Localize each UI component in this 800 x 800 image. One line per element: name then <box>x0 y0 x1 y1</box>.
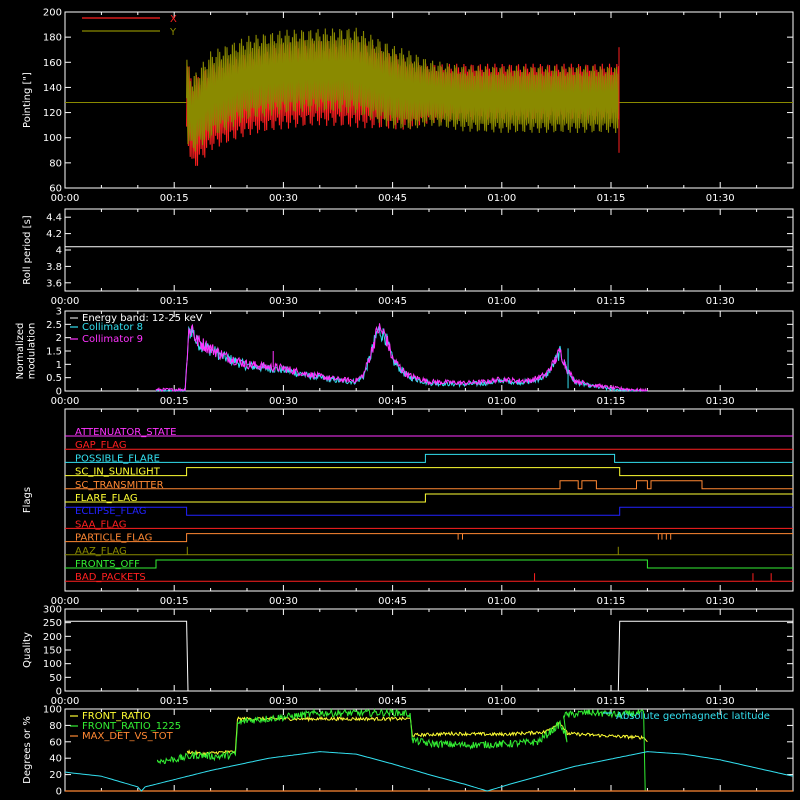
x-tick-label: 01:00 <box>487 296 516 307</box>
flag-line-particle-flag <box>65 533 793 543</box>
x-tick-label: 00:15 <box>160 296 189 307</box>
x-tick-label: 00:30 <box>269 193 298 204</box>
x-tick-label: 01:00 <box>487 696 516 707</box>
x-tick-label: 01:00 <box>487 596 516 607</box>
x-tick-label: 01:15 <box>597 193 626 204</box>
x-tick-label: 00:45 <box>378 596 407 607</box>
y-tick-label: 150 <box>43 646 62 657</box>
legend-label-collimator-8: Collimator 8 <box>82 322 143 333</box>
y-tick-label: 200 <box>43 8 62 19</box>
x-tick-label: 01:30 <box>706 193 735 204</box>
y-tick-label: 1 <box>56 360 62 371</box>
legend-label-Y: Y <box>169 27 177 38</box>
series-quality-line <box>65 620 793 692</box>
y-tick-label: 100 <box>43 659 62 670</box>
chart-stage: 00:00 00:15 00:30 00:45 01:00 01:15 01:30 60 80 1… <box>0 0 800 800</box>
legend-label-max-det-vs-tot: MAX_DET_VS_TOT <box>82 731 174 742</box>
series-Y-line <box>186 27 620 152</box>
legend-label-X: X <box>170 14 177 25</box>
x-tick-label: 00:45 <box>378 296 407 307</box>
y-tick-label: 80 <box>49 721 62 732</box>
x-tick-label: 00:00 <box>51 396 80 407</box>
y-tick-label: 0.5 <box>46 373 62 384</box>
panel-frame-roll <box>64 208 794 292</box>
flag-line-fronts-off <box>65 559 793 569</box>
y-tick-label: 3.6 <box>46 278 62 289</box>
flag-line-flare-flag <box>65 493 793 503</box>
y-axis-label: Flags <box>22 487 33 513</box>
y-tick-label: 4.2 <box>46 229 62 240</box>
y-tick-label: 60 <box>49 184 62 195</box>
x-tick-label: 00:45 <box>378 396 407 407</box>
flag-line-possible-flare <box>65 453 793 463</box>
y-tick-label: 200 <box>43 632 62 643</box>
y-tick-label: 3.8 <box>46 262 62 273</box>
y-tick-label: 1.5 <box>46 347 62 358</box>
y-tick-label: 0 <box>56 787 62 798</box>
flag-line-sc-transmitter <box>65 480 793 490</box>
x-tick-label: 01:00 <box>487 396 516 407</box>
x-tick-label: 01:30 <box>706 296 735 307</box>
y-tick-label: 2.5 <box>46 320 62 331</box>
y-tick-label: 100 <box>43 705 62 716</box>
series-front-ratio-1225-line <box>157 707 646 792</box>
y-tick-label: 50 <box>49 673 62 684</box>
x-tick-label: 00:30 <box>269 696 298 707</box>
x-tick-label: 00:45 <box>378 696 407 707</box>
x-tick-label: 00:30 <box>269 596 298 607</box>
y-tick-label: 60 <box>49 737 62 748</box>
y-tick-label: 120 <box>43 108 62 119</box>
y-tick-label: 0 <box>56 387 62 398</box>
x-tick-label: 00:15 <box>160 396 189 407</box>
legend-label-geomagnetic-latitude: Absolute geomagnetic latitude <box>616 711 770 722</box>
y-tick-label: 300 <box>43 605 62 616</box>
flag-line-sc-in-sunlight <box>65 467 793 477</box>
x-tick-label: 01:30 <box>706 396 735 407</box>
y-tick-label: 3 <box>56 307 62 318</box>
y-tick-label: 20 <box>49 770 62 781</box>
y-tick-label: 2 <box>56 333 62 344</box>
x-tick-label: 01:30 <box>706 596 735 607</box>
panel-roll <box>64 208 794 292</box>
y-tick-label: 40 <box>49 754 62 765</box>
x-tick-label: 00:45 <box>378 193 407 204</box>
x-tick-label: 00:15 <box>160 696 189 707</box>
x-tick-label: 01:15 <box>597 596 626 607</box>
y-axis-label: Quality <box>22 632 33 668</box>
y-axis-label-line: modulation <box>27 323 38 380</box>
flag-label-eclipse-flag: ECLIPSE_FLAG <box>75 506 146 517</box>
series-front-ratio-line <box>186 715 648 757</box>
x-tick-label: 01:30 <box>706 696 735 707</box>
x-tick-label: 01:15 <box>597 296 626 307</box>
x-tick-label: 01:15 <box>597 396 626 407</box>
y-axis-label-line: Normalized <box>15 323 26 380</box>
x-tick-label: 00:00 <box>51 193 80 204</box>
y-axis-label: Normalizedmodulation <box>15 323 38 380</box>
x-tick-label: 00:30 <box>269 396 298 407</box>
y-tick-label: 0 <box>56 687 62 698</box>
y-tick-label: 80 <box>49 158 62 169</box>
legend-label-collimator-9: Collimator 9 <box>82 334 143 345</box>
y-tick-label: 140 <box>43 83 62 94</box>
x-tick-label: 00:15 <box>160 596 189 607</box>
x-tick-label: 01:00 <box>487 193 516 204</box>
y-axis-label: Pointing ["] <box>22 72 33 128</box>
x-tick-label: 01:15 <box>597 696 626 707</box>
y-tick-label: 160 <box>43 58 62 69</box>
y-tick-label: 4.4 <box>46 213 62 224</box>
flag-line-eclipse-flag <box>65 506 793 516</box>
x-tick-label: 00:00 <box>51 296 80 307</box>
y-axis-label: Roll period [s] <box>22 215 33 284</box>
y-tick-label: 100 <box>43 133 62 144</box>
y-tick-label: 4 <box>56 246 62 257</box>
x-tick-label: 00:15 <box>160 193 189 204</box>
x-tick-label: 00:30 <box>269 296 298 307</box>
y-tick-label: 250 <box>43 618 62 629</box>
y-axis-label: Degrees or % <box>22 716 33 784</box>
y-tick-label: 180 <box>43 33 62 44</box>
stix-quicklook-figure: 00:00 00:15 00:30 00:45 01:00 01:15 01:30 60 80 1… <box>15 8 794 798</box>
